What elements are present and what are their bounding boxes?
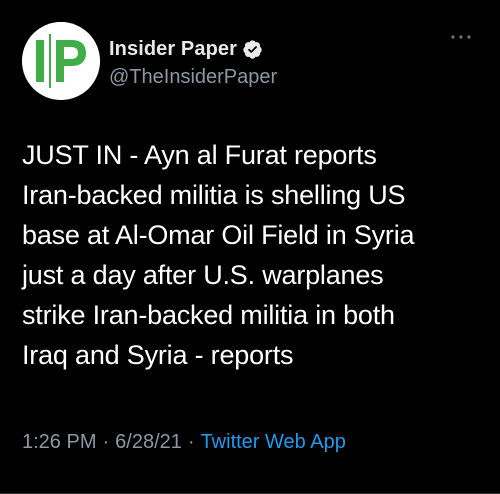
author-handle[interactable]: @TheInsiderPaper	[109, 66, 277, 89]
tweet-date[interactable]: 6/28/21	[115, 431, 182, 454]
tweet-text: JUST IN - Ayn al Furat reports Iran-back…	[22, 140, 415, 370]
ellipsis-icon[interactable]	[448, 30, 474, 44]
tweet-source-link[interactable]: Twitter Web App	[201, 431, 346, 454]
tweet-card: Insider Paper @TheInsiderPaper JUST IN -…	[0, 0, 500, 494]
author-block: Insider Paper @TheInsiderPaper	[109, 36, 277, 89]
author-display-name[interactable]: Insider Paper	[109, 38, 237, 61]
insider-paper-logo-icon	[22, 22, 100, 100]
meta-separator: ·	[102, 431, 110, 453]
tweet-metadata: 1:26 PM · 6/28/21 · Twitter Web App	[22, 431, 346, 454]
tweet-header: Insider Paper @TheInsiderPaper	[22, 22, 482, 102]
name-row: Insider Paper	[109, 36, 277, 62]
meta-separator: ·	[187, 431, 195, 453]
tweet-time[interactable]: 1:26 PM	[22, 431, 96, 454]
avatar[interactable]	[22, 22, 100, 100]
verified-badge-icon	[242, 39, 263, 60]
